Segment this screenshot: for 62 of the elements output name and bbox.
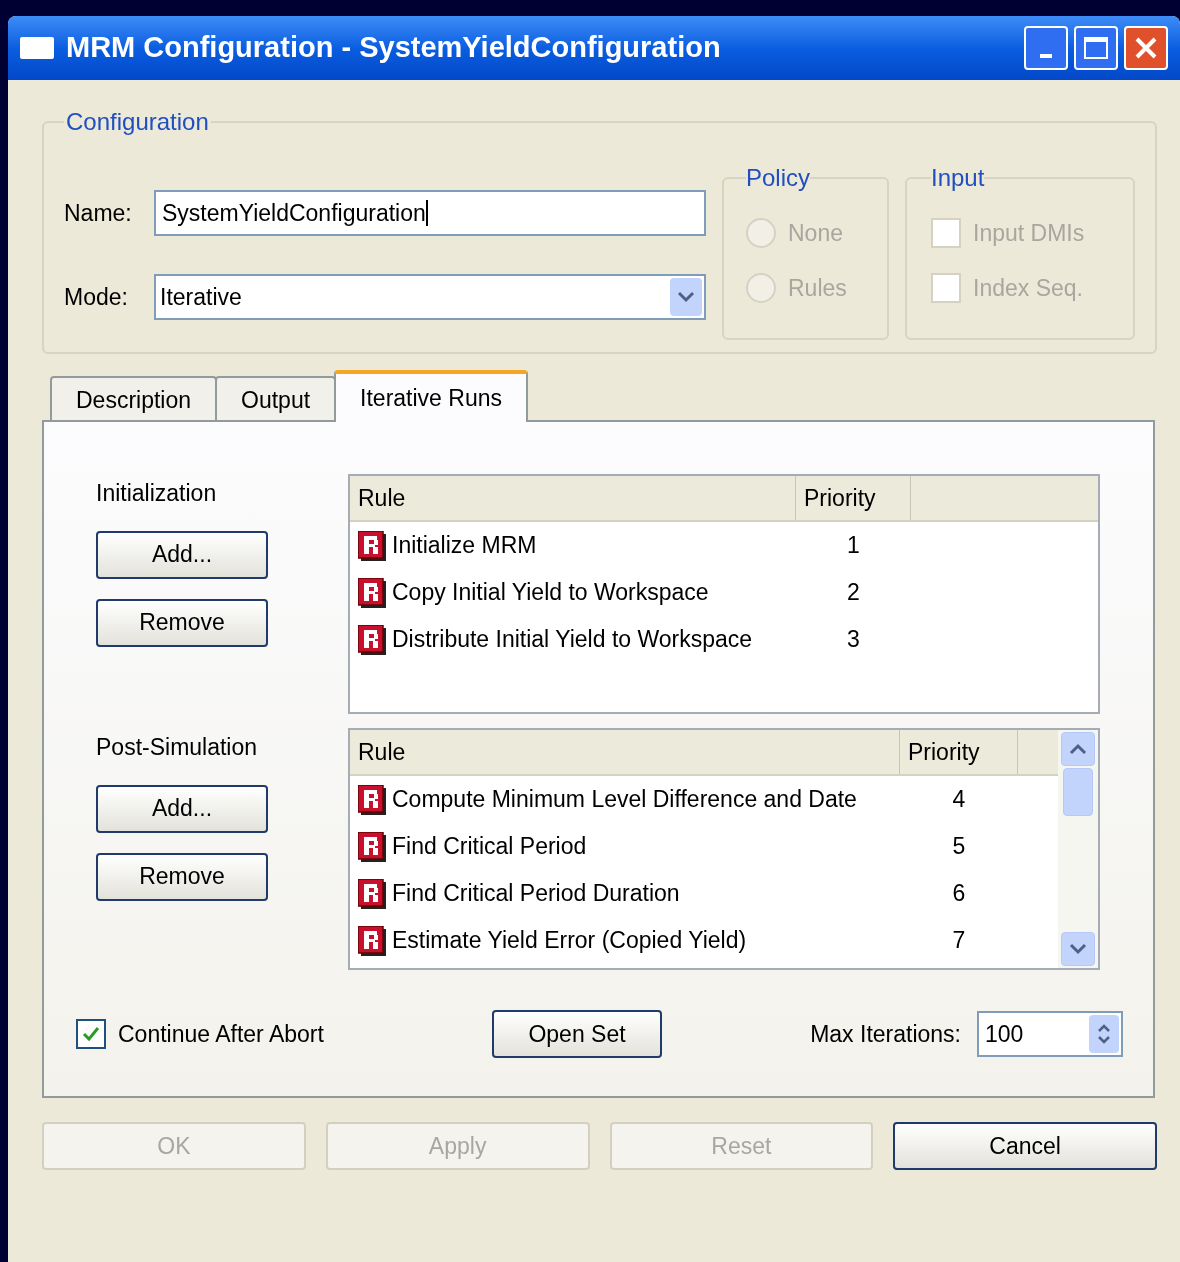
field-label: Name:	[64, 198, 133, 228]
group-title: Configuration	[65, 107, 210, 137]
rule-icon	[358, 784, 386, 815]
window-title: MRM Configuration - SystemYieldConfiguration	[66, 30, 722, 66]
column-header[interactable]: Priority	[796, 476, 911, 520]
checkbox[interactable]	[76, 1019, 106, 1049]
checkbox-label: Index Seq.	[973, 273, 1083, 303]
scroll-up-icon[interactable]	[1061, 732, 1095, 766]
section-title: Post-Simulation	[96, 733, 259, 762]
rule-name[interactable]: Copy Initial Yield to Workspace	[392, 575, 709, 610]
maximize-icon[interactable]	[1074, 26, 1118, 70]
priority-value: 4	[952, 785, 966, 815]
scroll-thumb[interactable]	[1063, 768, 1093, 816]
priority-value: 7	[952, 926, 966, 956]
tab[interactable]: Iterative Runs	[334, 370, 528, 422]
tab[interactable]: Description	[50, 376, 218, 422]
priority-value: 3	[847, 625, 860, 655]
tab[interactable]: Output	[215, 376, 337, 422]
section-title: Initialization	[96, 479, 218, 508]
add-button[interactable]: Add...	[96, 784, 268, 833]
spinner-arrows-icon[interactable]	[1089, 1015, 1119, 1053]
rule-name[interactable]: Estimate Yield Error (Copied Yield)	[392, 923, 747, 958]
open-set-button[interactable]: Open Set	[492, 1010, 662, 1058]
window-icon	[20, 37, 54, 59]
max-iterations-spinner[interactable]: 100	[977, 1011, 1123, 1057]
column-header[interactable]: Rule	[350, 730, 900, 774]
scrollbar[interactable]	[1058, 730, 1098, 968]
rule-name[interactable]: Initialize MRM	[392, 528, 537, 563]
check-icon	[82, 1026, 100, 1042]
add-button[interactable]: Add...	[96, 530, 268, 579]
rule-icon	[358, 831, 386, 862]
group-title: Input	[931, 163, 985, 193]
rule-icon	[358, 878, 386, 909]
column-header[interactable]: Rule	[350, 476, 796, 520]
rule-name[interactable]: Find Critical Period	[392, 829, 587, 864]
field-label: Max Iterations:	[810, 1019, 961, 1049]
group-title: Policy	[746, 163, 811, 193]
radio-label: Rules	[788, 273, 847, 303]
dialog-button[interactable]: Cancel	[893, 1122, 1157, 1170]
column-header[interactable]: Priority	[900, 730, 1018, 774]
field-label: Mode:	[64, 282, 129, 312]
priority-value: 1	[847, 531, 860, 561]
radio-label: None	[788, 219, 843, 248]
rule-name[interactable]: Distribute Initial Yield to Workspace	[392, 622, 753, 657]
remove-button[interactable]: Remove	[96, 852, 268, 901]
rule-icon	[358, 925, 386, 956]
rule-name[interactable]: Find Critical Period Duration	[392, 876, 680, 911]
priority-value: 2	[847, 578, 860, 608]
name-field[interactable]: SystemYieldConfiguration	[154, 190, 706, 236]
remove-button[interactable]: Remove	[96, 598, 268, 647]
rule-name[interactable]: Compute Minimum Level Difference and Date	[392, 782, 857, 817]
priority-value: 5	[952, 832, 966, 862]
minimize-icon[interactable]	[1024, 26, 1068, 70]
checkbox-label: Continue After Abort	[118, 1019, 324, 1049]
rule-icon	[358, 577, 386, 608]
rule-icon	[358, 624, 386, 655]
mode-dropdown[interactable]: Iterative	[154, 274, 706, 320]
checkbox-label: Input DMIs	[973, 219, 1085, 248]
scroll-down-icon[interactable]	[1061, 932, 1095, 966]
priority-value: 6	[952, 879, 966, 909]
close-icon[interactable]	[1124, 26, 1168, 70]
rule-icon	[358, 530, 386, 561]
